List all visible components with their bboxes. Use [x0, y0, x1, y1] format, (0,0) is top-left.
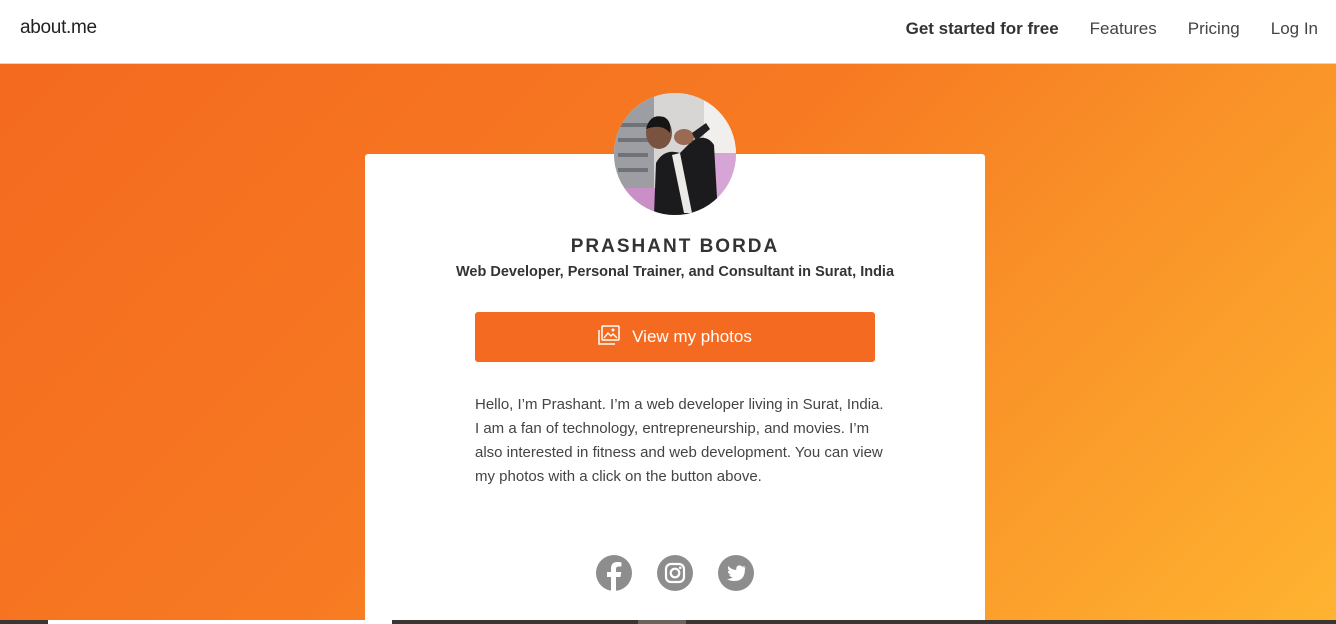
avatar-photo — [614, 93, 736, 215]
instagram-icon[interactable] — [657, 555, 693, 591]
view-photos-button[interactable]: View my photos — [475, 312, 875, 362]
header-nav: Get started for free Features Pricing Lo… — [906, 19, 1318, 39]
about-me-logo[interactable]: about.me — [20, 17, 97, 39]
profile-card — [365, 154, 985, 624]
top-navigation-bar: about.me Get started for free Features P… — [0, 0, 1336, 64]
facebook-icon[interactable] — [596, 555, 632, 591]
profile-name: PRASHANT BORDA — [570, 236, 780, 257]
get-started-link[interactable]: Get started for free — [906, 19, 1059, 39]
profile-bio: Hello, I’m Prashant. I’m a web developer… — [475, 396, 884, 485]
login-link[interactable]: Log In — [1271, 19, 1318, 39]
twitter-icon[interactable] — [718, 555, 754, 591]
pricing-link[interactable]: Pricing — [1188, 19, 1240, 39]
photo-gallery-icon — [598, 324, 620, 350]
avatar — [614, 93, 736, 215]
bottom-strip — [0, 620, 1336, 624]
features-link[interactable]: Features — [1090, 19, 1157, 39]
view-photos-label: View my photos — [632, 327, 752, 346]
profile-tagline: Web Developer, Personal Trainer, and Con… — [455, 264, 895, 280]
